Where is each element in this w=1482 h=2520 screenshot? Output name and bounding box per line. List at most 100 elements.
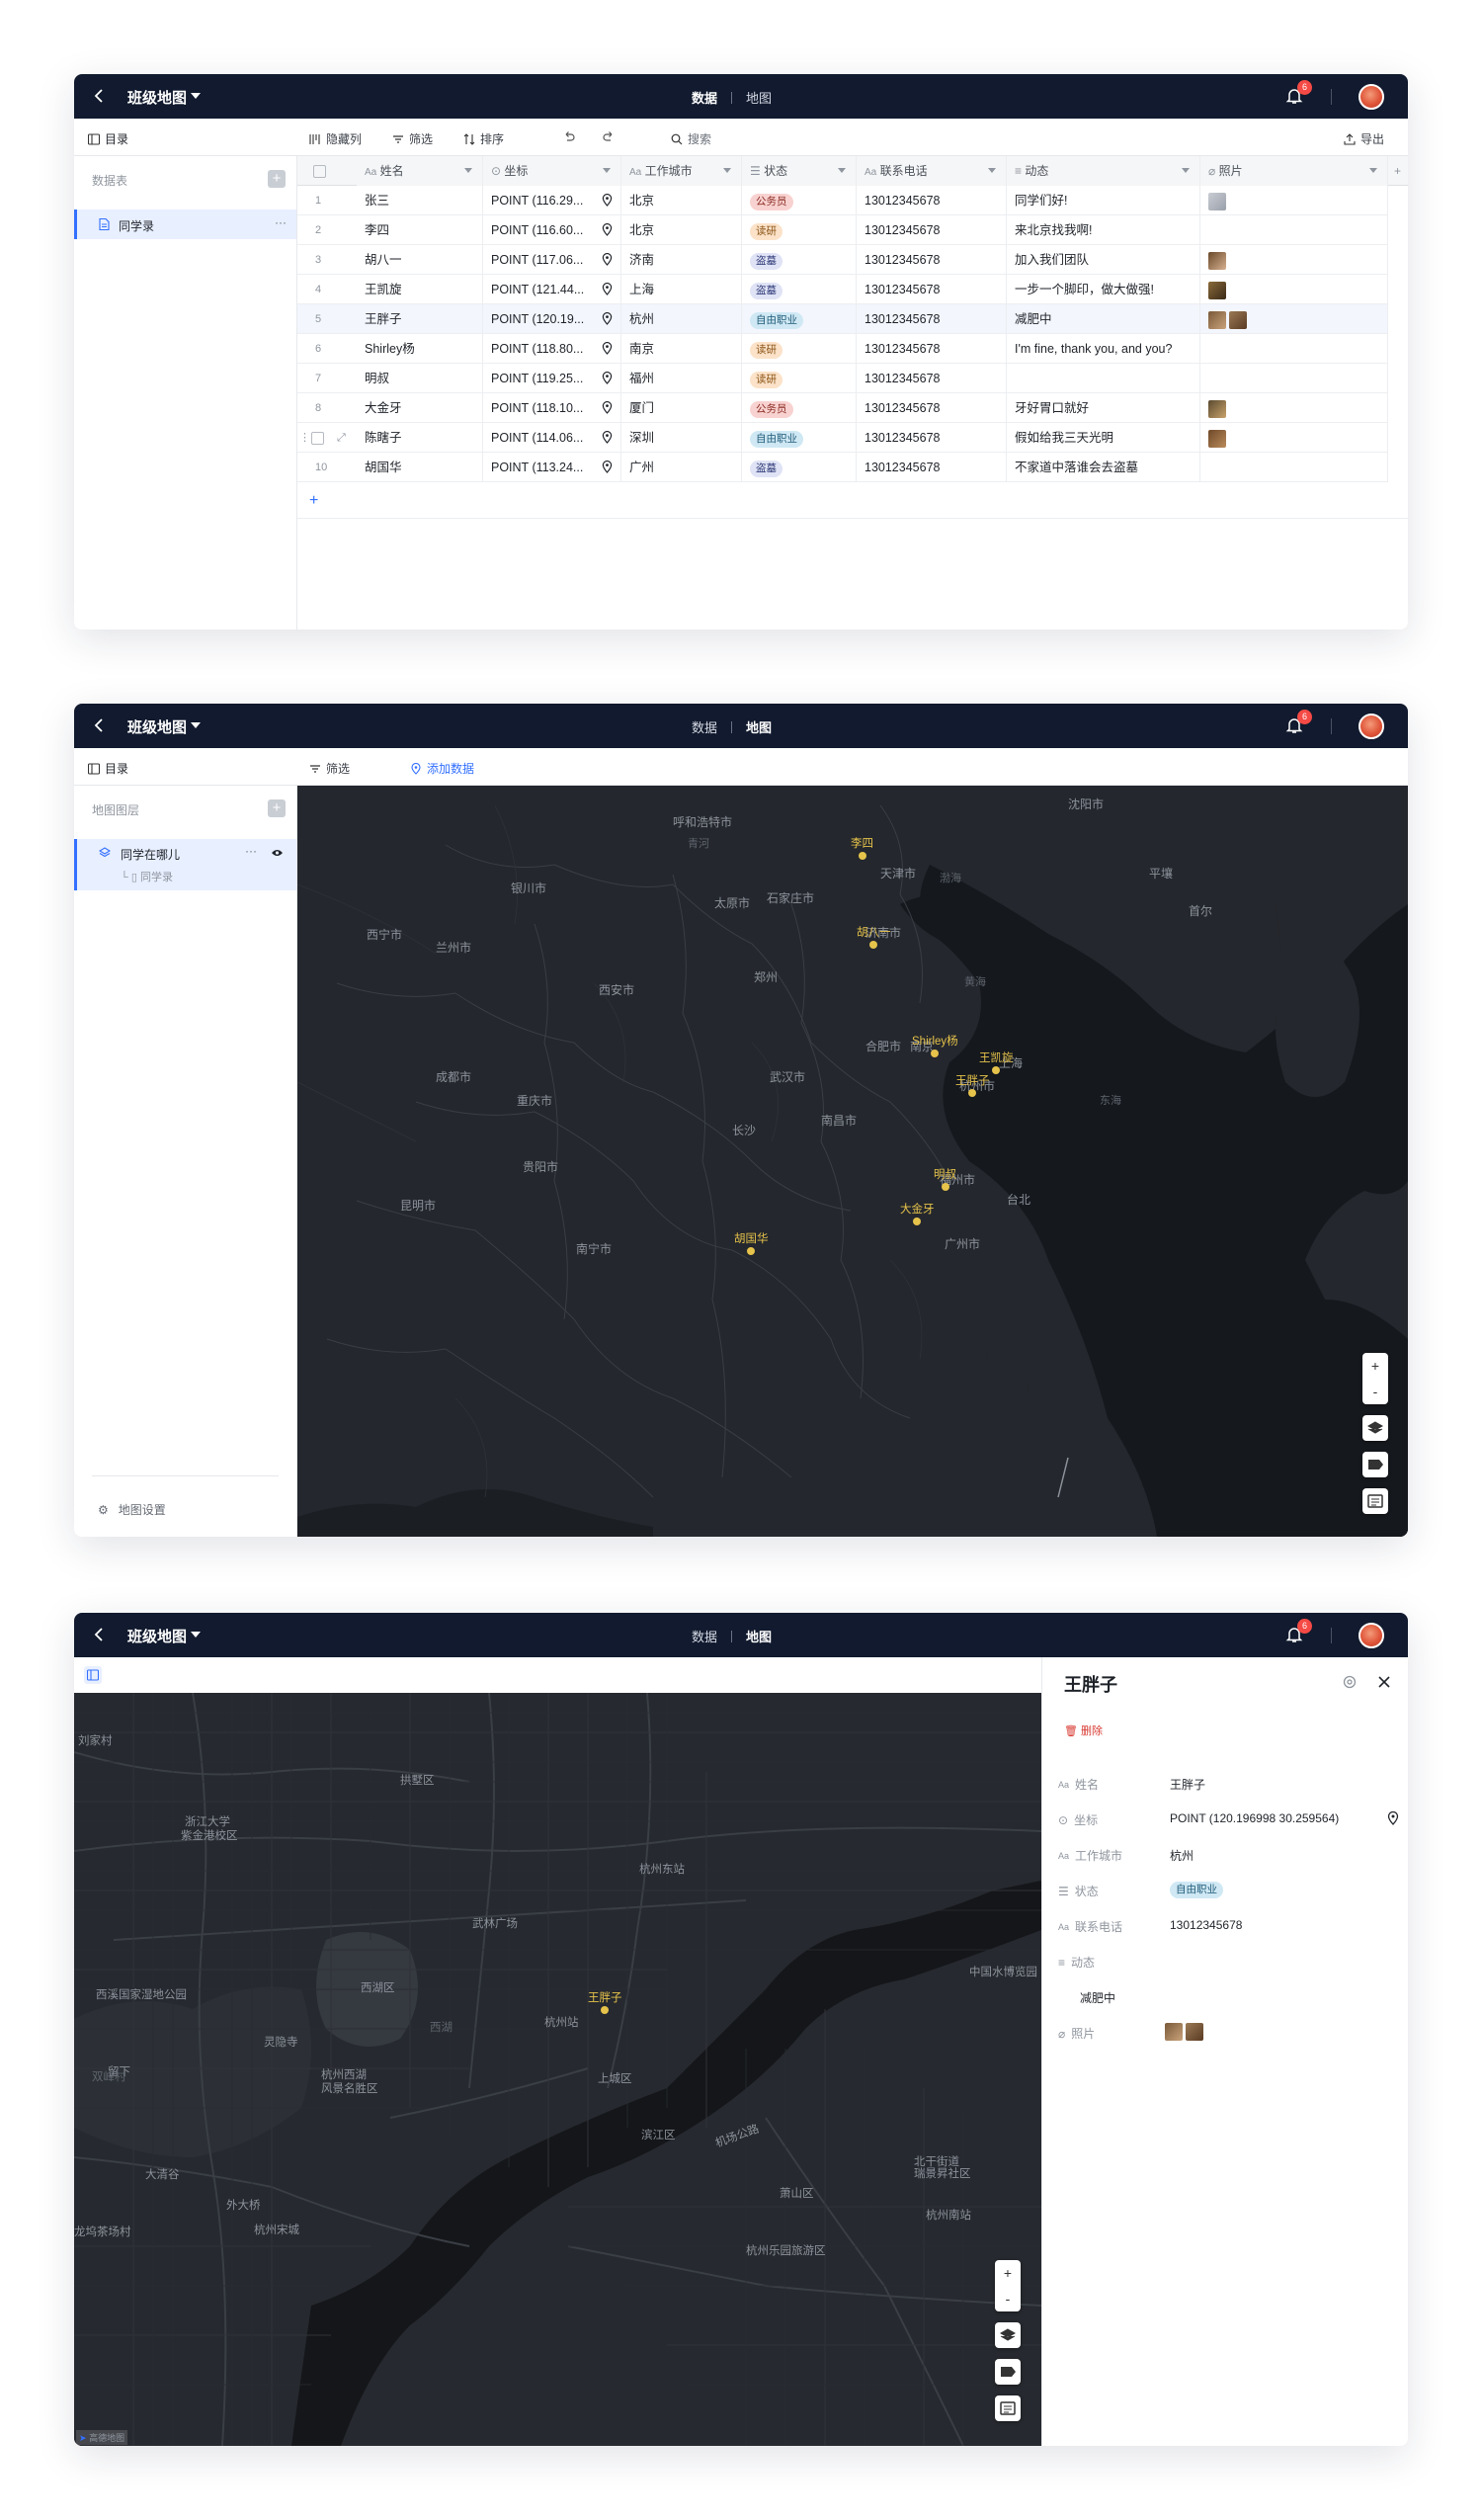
cell-photo[interactable]	[1200, 304, 1388, 334]
map-marker[interactable]: 胡八一	[857, 924, 891, 949]
title-caret-icon[interactable]	[191, 1632, 201, 1638]
add-data-button[interactable]: 添加数据	[410, 760, 474, 777]
cell-moment[interactable]: 不家道中落谁会去盗墓	[1007, 453, 1200, 482]
location-pin-icon[interactable]	[602, 461, 613, 473]
cell-name[interactable]: Shirley杨	[357, 334, 483, 364]
location-pin-icon[interactable]	[602, 431, 613, 444]
undo-icon[interactable]	[562, 129, 576, 143]
cell-photo[interactable]	[1200, 364, 1388, 393]
column-header-phone[interactable]: Aa 联系电话	[857, 156, 1007, 186]
location-pin-icon[interactable]	[602, 283, 613, 295]
app-title[interactable]: 班级地图	[127, 1626, 187, 1646]
more-icon[interactable]: ···	[275, 215, 287, 229]
cell-photo[interactable]	[1200, 423, 1388, 453]
app-title[interactable]: 班级地图	[127, 716, 187, 737]
field-phone-value[interactable]: 13012345678	[1170, 1918, 1242, 1932]
photo-thumbnail[interactable]	[1165, 2023, 1183, 2041]
cell-moment[interactable]: 同学们好!	[1007, 186, 1200, 215]
legend-control-icon[interactable]	[995, 2395, 1021, 2421]
map-marker[interactable]: Shirley杨	[912, 1033, 958, 1057]
sidebar-toggle-button[interactable]	[84, 1666, 102, 1684]
catalog-toggle[interactable]: 目录	[88, 130, 128, 147]
photo-thumbnail[interactable]	[1208, 251, 1226, 270]
cell-status[interactable]: 读研	[742, 215, 857, 245]
zoom-in-icon[interactable]: +	[1362, 1353, 1388, 1379]
eye-icon[interactable]	[271, 848, 284, 858]
location-pin-icon[interactable]	[602, 253, 613, 266]
filter-button[interactable]: 筛选	[392, 130, 433, 147]
table-row[interactable]: 7 明叔 POINT (119.25... 福州 读研 13012345678	[297, 364, 1388, 393]
cell-photo[interactable]	[1200, 215, 1388, 245]
title-caret-icon[interactable]	[191, 722, 201, 728]
cell-phone[interactable]: 13012345678	[857, 245, 1007, 275]
location-pin-icon[interactable]	[602, 223, 613, 236]
cell-name[interactable]: 张三	[357, 186, 483, 215]
filter-button[interactable]: 筛选	[309, 760, 350, 777]
cell-status[interactable]: 读研	[742, 334, 857, 364]
cell-moment[interactable]: 一步一个脚印，做大做强!	[1007, 275, 1200, 304]
zoom-out-icon[interactable]: -	[1362, 1379, 1388, 1404]
sublayer-item[interactable]: └ ▯ 同学录	[121, 869, 173, 884]
cell-city[interactable]: 广州	[621, 453, 742, 482]
cell-coord[interactable]: POINT (116.29...	[483, 186, 621, 215]
cell-city[interactable]: 济南	[621, 245, 742, 275]
cell-moment[interactable]: 加入我们团队	[1007, 245, 1200, 275]
map-marker[interactable]: 明叔	[934, 1166, 956, 1191]
photo-thumbnail[interactable]	[1208, 281, 1226, 299]
sidebar-item-classmates[interactable]: 同学录 ···	[74, 210, 296, 239]
map-marker[interactable]: 王凯旋	[979, 1050, 1014, 1074]
cell-coord[interactable]: POINT (118.80...	[483, 334, 621, 364]
photo-thumbnail[interactable]	[1208, 192, 1226, 210]
cell-city[interactable]: 福州	[621, 364, 742, 393]
cell-name[interactable]: 大金牙	[357, 393, 483, 423]
zoom-control[interactable]: + -	[1362, 1353, 1388, 1404]
column-header-name[interactable]: Aa 姓名	[357, 156, 483, 186]
cell-status[interactable]: 盗墓	[742, 245, 857, 275]
cell-coord[interactable]: POINT (120.19...	[483, 304, 621, 334]
map-marker[interactable]: 王胖子	[955, 1072, 990, 1097]
field-name-value[interactable]: 王胖子	[1170, 1776, 1205, 1793]
column-header-status[interactable]: ☰ 状态	[742, 156, 857, 186]
cell-city[interactable]: 北京	[621, 215, 742, 245]
cell-name[interactable]: 胡八一	[357, 245, 483, 275]
cell-name[interactable]: 明叔	[357, 364, 483, 393]
select-all-checkbox[interactable]	[313, 165, 326, 179]
expand-row-icon[interactable]: ⤢	[337, 423, 346, 453]
field-status-value[interactable]: 自由职业	[1170, 1882, 1223, 1898]
tab-map[interactable]: 地图	[746, 1627, 772, 1645]
cell-name[interactable]: 王凯旋	[357, 275, 483, 304]
column-header-moment[interactable]: ≡ 动态	[1007, 156, 1200, 186]
table-row[interactable]: 3 胡八一 POINT (117.06... 济南 盗墓 13012345678 加入我们团…	[297, 245, 1388, 275]
tab-data[interactable]: 数据	[692, 1627, 717, 1645]
tab-map[interactable]: 地图	[746, 717, 772, 736]
cell-name[interactable]: 陈瞎子	[357, 423, 483, 453]
app-title[interactable]: 班级地图	[127, 87, 187, 108]
cell-phone[interactable]: 13012345678	[857, 453, 1007, 482]
table-row[interactable]: ⋮ ⤢ 陈瞎子 POINT (114.06... 深圳 自由职业 13012345678 假如…	[297, 423, 1388, 453]
cell-city[interactable]: 厦门	[621, 393, 742, 423]
map-settings-button[interactable]: ⚙ 地图设置	[98, 1501, 166, 1518]
cell-status[interactable]: 盗墓	[742, 453, 857, 482]
location-pin-icon[interactable]	[602, 372, 613, 384]
location-pin-icon[interactable]	[602, 194, 613, 207]
cell-name[interactable]: 王胖子	[357, 304, 483, 334]
search-input[interactable]: 搜索	[671, 130, 711, 147]
cell-phone[interactable]: 13012345678	[857, 186, 1007, 215]
cell-name[interactable]: 李四	[357, 215, 483, 245]
settings-icon[interactable]	[1342, 1674, 1358, 1690]
cell-photo[interactable]	[1200, 186, 1388, 215]
add-table-button[interactable]: +	[268, 170, 286, 188]
cell-phone[interactable]: 13012345678	[857, 215, 1007, 245]
cell-moment[interactable]: 来北京找我啊!	[1007, 215, 1200, 245]
tab-data[interactable]: 数据	[692, 88, 717, 107]
cell-city[interactable]: 北京	[621, 186, 742, 215]
tab-map[interactable]: 地图	[746, 88, 772, 107]
label-control-icon[interactable]	[1362, 1452, 1388, 1477]
export-button[interactable]: 导出	[1344, 130, 1384, 147]
more-icon[interactable]: ···	[245, 844, 257, 858]
field-coord-value[interactable]: POINT (120.196998 30.259564)	[1170, 1811, 1339, 1825]
cell-city[interactable]: 上海	[621, 275, 742, 304]
column-header-city[interactable]: Aa 工作城市	[621, 156, 742, 186]
location-pin-icon[interactable]	[1387, 1811, 1399, 1825]
photo-thumbnail[interactable]	[1208, 429, 1226, 448]
